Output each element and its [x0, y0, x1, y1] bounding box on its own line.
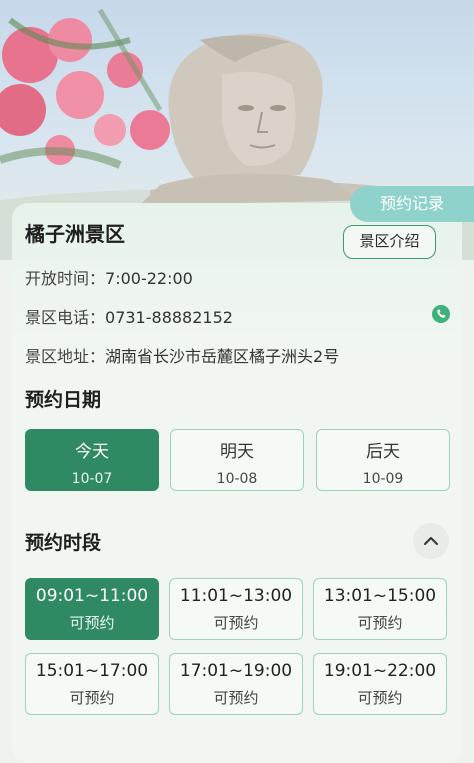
- time-slot-status: 可预约: [213, 689, 259, 707]
- collapse-button[interactable]: [413, 523, 449, 559]
- time-slot[interactable]: 11:01~13:00 可预约: [169, 578, 303, 640]
- time-slot-time: 11:01~13:00: [179, 586, 293, 606]
- time-slot[interactable]: 17:01~19:00 可预约: [169, 653, 303, 715]
- phone-icon[interactable]: [432, 305, 450, 323]
- time-slot-status: 可预约: [357, 689, 403, 707]
- date-option-label: 后天: [366, 442, 400, 462]
- time-slot[interactable]: 13:01~15:00 可预约: [313, 578, 447, 640]
- date-option-date: 10-08: [216, 471, 258, 487]
- date-option-date: 10-07: [71, 471, 113, 487]
- opening-hours-row: 开放时间：7:00-22:00: [25, 265, 193, 289]
- scenic-intro-button[interactable]: 景区介绍: [343, 225, 436, 259]
- date-option-label: 明天: [220, 442, 254, 462]
- date-option-label: 今天: [75, 442, 109, 462]
- time-slot-status: 可预约: [213, 614, 259, 632]
- time-slot-time: 13:01~15:00: [323, 586, 437, 606]
- time-slot[interactable]: 15:01~17:00 可预约: [25, 653, 159, 715]
- phone-row: 景区电话：0731-88882152: [25, 304, 233, 328]
- phone-label: 景区电话：: [25, 308, 106, 327]
- date-option-day-after[interactable]: 后天 10-09: [316, 429, 450, 491]
- time-slot-status: 可预约: [357, 614, 403, 632]
- time-slot[interactable]: 19:01~22:00 可预约: [313, 653, 447, 715]
- time-slot-status: 可预约: [69, 689, 115, 707]
- time-slot-time: 09:01~11:00: [35, 586, 149, 606]
- scenic-name: 橘子洲景区: [25, 222, 125, 246]
- booking-slot-title: 预约时段: [25, 532, 102, 554]
- time-slot-time: 15:01~17:00: [35, 661, 149, 681]
- time-slot-time: 19:01~22:00: [323, 661, 437, 681]
- opening-hours-value: 7:00-22:00: [105, 269, 193, 288]
- address-label: 景区地址：: [25, 347, 106, 366]
- opening-hours-label: 开放时间：: [25, 269, 106, 288]
- time-slot-time: 17:01~19:00: [179, 661, 293, 681]
- time-slot[interactable]: 09:01~11:00 可预约: [25, 578, 159, 640]
- address-value: 湖南省长沙市岳麓区橘子洲头2号: [105, 347, 340, 366]
- date-option-tomorrow[interactable]: 明天 10-08: [170, 429, 304, 491]
- chevron-up-icon: [424, 537, 438, 545]
- booking-records-button[interactable]: 预约记录: [350, 186, 474, 222]
- phone-value: 0731-88882152: [105, 308, 233, 327]
- date-option-today[interactable]: 今天 10-07: [25, 429, 159, 491]
- time-slot-status: 可预约: [69, 614, 115, 632]
- booking-date-title: 预约日期: [25, 389, 102, 411]
- address-row: 景区地址：湖南省长沙市岳麓区橘子洲头2号: [25, 343, 339, 367]
- date-option-date: 10-09: [362, 471, 404, 487]
